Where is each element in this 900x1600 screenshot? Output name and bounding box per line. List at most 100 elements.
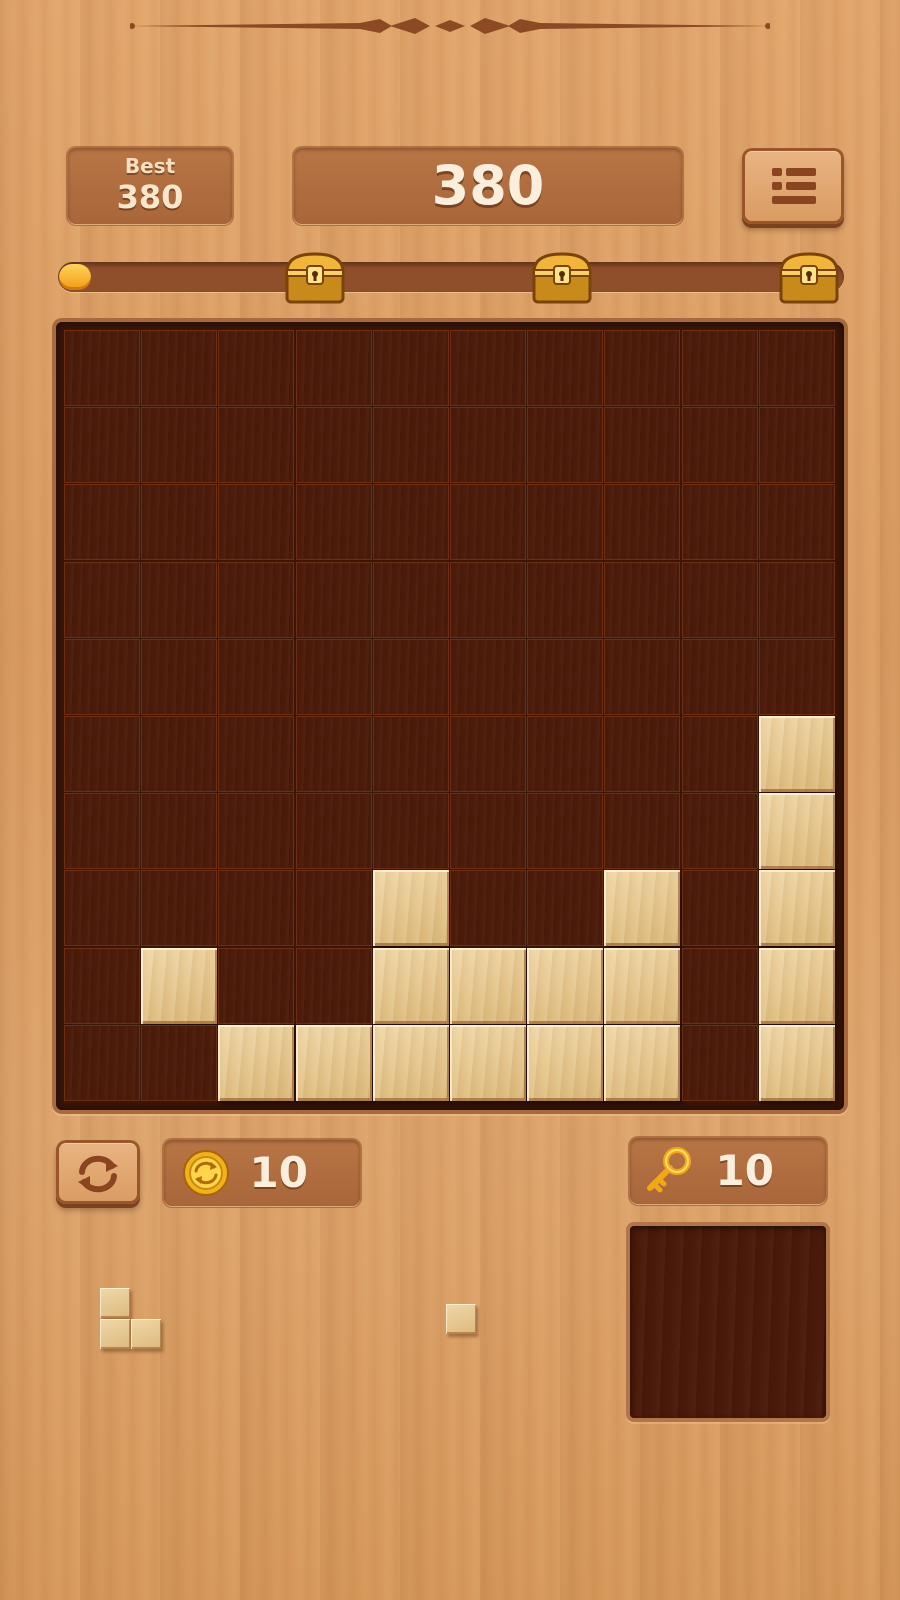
board-cell-empty[interactable] <box>682 330 758 406</box>
board-cell-empty[interactable] <box>296 948 372 1024</box>
board-cell-empty[interactable] <box>450 330 526 406</box>
board-grid[interactable] <box>64 330 836 1102</box>
board-cell-empty[interactable] <box>373 407 449 483</box>
board-cell-empty[interactable] <box>527 484 603 560</box>
board-cell-filled[interactable] <box>296 1025 372 1101</box>
board-cell-empty[interactable] <box>218 948 294 1024</box>
board-cell-empty[interactable] <box>64 948 140 1024</box>
board-cell-empty[interactable] <box>604 639 680 715</box>
board-cell-filled[interactable] <box>450 1025 526 1101</box>
board-cell-empty[interactable] <box>450 484 526 560</box>
board-cell-empty[interactable] <box>141 330 217 406</box>
board-cell-empty[interactable] <box>759 562 835 638</box>
board-cell-empty[interactable] <box>450 870 526 946</box>
board-cell-empty[interactable] <box>296 639 372 715</box>
board-cell-empty[interactable] <box>682 793 758 869</box>
board-cell-empty[interactable] <box>64 484 140 560</box>
board-cell-empty[interactable] <box>141 484 217 560</box>
board-cell-empty[interactable] <box>527 716 603 792</box>
treasure-chest-icon[interactable] <box>778 250 840 304</box>
board-cell-empty[interactable] <box>604 330 680 406</box>
treasure-chest-icon[interactable] <box>531 250 593 304</box>
board-cell-empty[interactable] <box>682 948 758 1024</box>
corner-piece[interactable] <box>100 1288 164 1352</box>
board-cell-empty[interactable] <box>682 639 758 715</box>
board-cell-empty[interactable] <box>682 716 758 792</box>
board-cell-empty[interactable] <box>373 484 449 560</box>
board-cell-empty[interactable] <box>296 484 372 560</box>
board-cell-empty[interactable] <box>604 793 680 869</box>
board-cell-filled[interactable] <box>373 948 449 1024</box>
board-cell-filled[interactable] <box>527 1025 603 1101</box>
board-cell-empty[interactable] <box>64 639 140 715</box>
board-cell-empty[interactable] <box>218 870 294 946</box>
board-cell-filled[interactable] <box>373 870 449 946</box>
board-cell-empty[interactable] <box>682 407 758 483</box>
board-cell-empty[interactable] <box>141 793 217 869</box>
board-cell-filled[interactable] <box>450 948 526 1024</box>
board-cell-empty[interactable] <box>682 870 758 946</box>
board-cell-filled[interactable] <box>604 870 680 946</box>
board-cell-empty[interactable] <box>296 562 372 638</box>
board-cell-empty[interactable] <box>682 562 758 638</box>
board-cell-filled[interactable] <box>604 948 680 1024</box>
board-cell-filled[interactable] <box>759 870 835 946</box>
board-cell-filled[interactable] <box>373 1025 449 1101</box>
board-cell-empty[interactable] <box>296 716 372 792</box>
board-cell-empty[interactable] <box>296 793 372 869</box>
board-cell-empty[interactable] <box>64 870 140 946</box>
board-cell-empty[interactable] <box>527 793 603 869</box>
board-cell-empty[interactable] <box>141 1025 217 1101</box>
hold-slot[interactable] <box>630 1226 826 1418</box>
board-cell-filled[interactable] <box>218 1025 294 1101</box>
board-cell-empty[interactable] <box>527 639 603 715</box>
game-board[interactable] <box>56 322 844 1110</box>
board-cell-empty[interactable] <box>218 330 294 406</box>
board-cell-empty[interactable] <box>450 407 526 483</box>
board-cell-empty[interactable] <box>759 407 835 483</box>
board-cell-empty[interactable] <box>759 484 835 560</box>
board-cell-filled[interactable] <box>759 1025 835 1101</box>
board-cell-empty[interactable] <box>296 407 372 483</box>
board-cell-empty[interactable] <box>604 716 680 792</box>
board-cell-empty[interactable] <box>373 330 449 406</box>
board-cell-filled[interactable] <box>759 716 835 792</box>
board-cell-empty[interactable] <box>64 562 140 638</box>
board-cell-empty[interactable] <box>450 639 526 715</box>
board-cell-filled[interactable] <box>759 793 835 869</box>
board-cell-empty[interactable] <box>64 330 140 406</box>
board-cell-empty[interactable] <box>218 562 294 638</box>
board-cell-empty[interactable] <box>141 562 217 638</box>
board-cell-empty[interactable] <box>64 407 140 483</box>
board-cell-empty[interactable] <box>604 407 680 483</box>
refresh-pieces-button[interactable] <box>56 1140 140 1204</box>
board-cell-empty[interactable] <box>527 407 603 483</box>
board-cell-filled[interactable] <box>141 948 217 1024</box>
menu-button[interactable] <box>742 148 844 224</box>
board-cell-empty[interactable] <box>604 484 680 560</box>
board-cell-empty[interactable] <box>759 639 835 715</box>
board-cell-empty[interactable] <box>296 870 372 946</box>
board-cell-empty[interactable] <box>218 407 294 483</box>
board-cell-empty[interactable] <box>450 716 526 792</box>
board-cell-empty[interactable] <box>218 793 294 869</box>
board-cell-empty[interactable] <box>373 639 449 715</box>
board-cell-empty[interactable] <box>682 484 758 560</box>
board-cell-empty[interactable] <box>141 870 217 946</box>
board-cell-empty[interactable] <box>527 870 603 946</box>
board-cell-empty[interactable] <box>64 793 140 869</box>
board-cell-empty[interactable] <box>759 330 835 406</box>
board-cell-filled[interactable] <box>527 948 603 1024</box>
board-cell-empty[interactable] <box>373 562 449 638</box>
board-cell-empty[interactable] <box>373 716 449 792</box>
board-cell-filled[interactable] <box>604 1025 680 1101</box>
single-piece[interactable] <box>446 1304 478 1336</box>
board-cell-empty[interactable] <box>682 1025 758 1101</box>
board-cell-empty[interactable] <box>450 562 526 638</box>
board-cell-empty[interactable] <box>604 562 680 638</box>
board-cell-empty[interactable] <box>141 407 217 483</box>
board-cell-empty[interactable] <box>218 484 294 560</box>
board-cell-empty[interactable] <box>450 793 526 869</box>
board-cell-empty[interactable] <box>141 639 217 715</box>
board-cell-filled[interactable] <box>759 948 835 1024</box>
